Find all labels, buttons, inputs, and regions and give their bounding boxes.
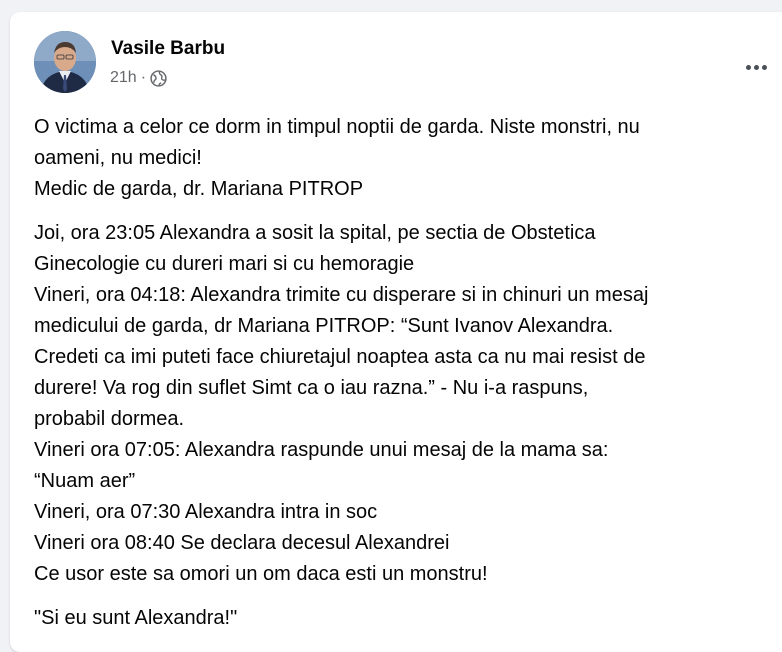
- post-text-line: Credeti ca imi puteti face chiuretajul n…: [34, 346, 646, 368]
- post-paragraph: Joi, ora 23:05 Alexandra a sosit la spit…: [34, 218, 769, 590]
- post-time[interactable]: 21h: [110, 69, 137, 87]
- post-text-line: Joi, ora 23:05 Alexandra a sosit la spit…: [34, 222, 596, 244]
- post-text-line: Medic de garda, dr. Mariana PITROP: [34, 178, 364, 200]
- post-meta: 21h ·: [110, 69, 167, 87]
- post-text-line: "Si eu sunt Alexandra!": [34, 607, 238, 629]
- post-text-line: probabil dormea.: [34, 408, 185, 430]
- post-paragraph: "Si eu sunt Alexandra!": [34, 603, 769, 634]
- post-card: Vasile Barbu 21h · O victima a celor ce …: [10, 12, 782, 652]
- post-text-line: “Nuam aer”: [34, 470, 136, 492]
- post-header: Vasile Barbu 21h ·: [34, 31, 774, 97]
- post-text-line: Vineri, ora 04:18: Alexandra trimite cu …: [34, 284, 649, 306]
- post-paragraph: O victima a celor ce dorm in timpul nopt…: [34, 112, 769, 205]
- post-text-line: Vineri ora 07:05: Alexandra raspunde unu…: [34, 439, 609, 461]
- meta-separator: ·: [140, 69, 147, 86]
- post-text-line: oameni, nu medici!: [34, 147, 202, 169]
- globe-icon[interactable]: [150, 69, 167, 87]
- author-name[interactable]: Vasile Barbu: [111, 38, 225, 60]
- post-body: O victima a celor ce dorm in timpul nopt…: [34, 112, 769, 647]
- post-text-line: Vineri ora 08:40 Se declara decesul Alex…: [34, 532, 450, 554]
- post-text-line: Vineri, ora 07:30 Alexandra intra in soc: [34, 501, 378, 523]
- post-text-line: O victima a celor ce dorm in timpul nopt…: [34, 116, 640, 138]
- post-text-line: medicului de garda, dr Mariana PITROP: “…: [34, 315, 614, 337]
- post-text-line: Ginecologie cu dureri mari si cu hemorag…: [34, 253, 415, 275]
- post-text-line: durere! Va rog din suflet Simt ca o iau …: [34, 377, 589, 399]
- post-text-line: Ce usor este sa omori un om daca esti un…: [34, 563, 488, 585]
- avatar[interactable]: [34, 31, 96, 93]
- more-options-icon[interactable]: [738, 53, 774, 81]
